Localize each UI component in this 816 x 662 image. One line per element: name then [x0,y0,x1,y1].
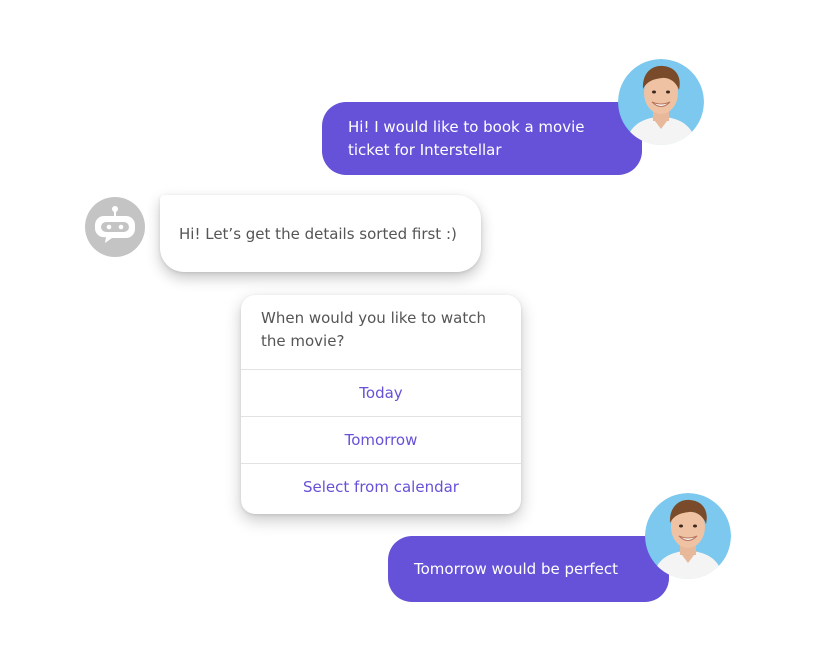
quick-reply-question: When would you like to watch the movie? [241,295,521,370]
user-avatar-icon [645,493,731,579]
user-message-bubble: Hi! I would like to book a movie ticket … [322,102,642,175]
quick-reply-card: When would you like to watch the movie? … [241,295,521,514]
bot-message-bubble: Hi! Let’s get the details sorted first :… [160,195,481,272]
user-message-text: Hi! I would like to book a movie ticket … [348,117,585,159]
user-message-bubble: Tomorrow would be perfect [388,536,669,602]
robot-chat-icon [95,206,135,243]
option-tomorrow[interactable]: Tomorrow [241,417,521,464]
option-today[interactable]: Today [241,370,521,417]
user-avatar-icon [618,59,704,145]
bot-avatar [85,197,145,257]
chat-conversation: Hi! I would like to book a movie ticket … [0,0,816,662]
bot-message-text: Hi! Let’s get the details sorted first :… [179,224,457,243]
user-avatar [618,59,704,145]
user-message-text: Tomorrow would be perfect [414,559,619,578]
user-avatar [645,493,731,579]
option-select-from-calendar[interactable]: Select from calendar [241,464,521,510]
